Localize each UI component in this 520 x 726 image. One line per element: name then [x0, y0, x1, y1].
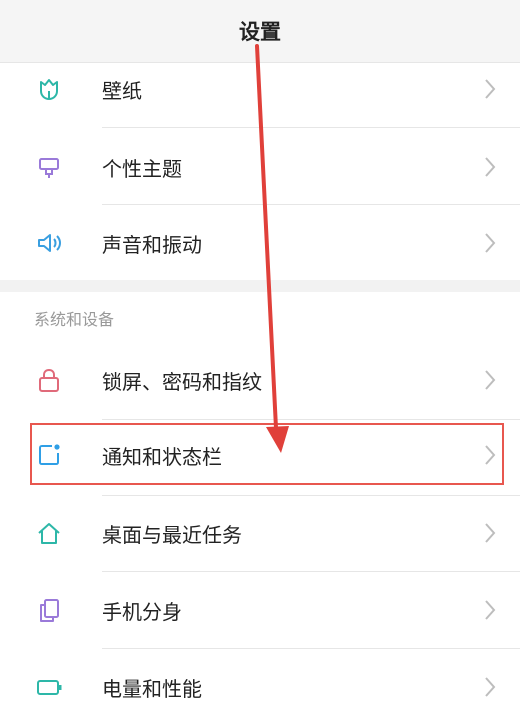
settings-item-label: 个性主题 [102, 157, 182, 181]
settings-item-label: 锁屏、密码和指纹 [102, 370, 262, 394]
settings-item-label: 手机分身 [102, 600, 182, 624]
settings-item-lockscreen[interactable]: 锁屏、密码和指纹 [0, 341, 520, 419]
chevron-right-icon [482, 675, 498, 699]
settings-item-label: 电量和性能 [102, 677, 202, 701]
settings-item-desktop[interactable]: 桌面与最近任务 [0, 494, 520, 572]
settings-item-label: 桌面与最近任务 [102, 523, 242, 547]
speaker-icon [34, 228, 64, 258]
wallpaper-tulip-icon [34, 74, 64, 104]
chevron-right-icon [482, 368, 498, 392]
section-gap [0, 280, 520, 292]
settings-item-wallpaper[interactable]: 壁纸 [0, 50, 520, 128]
chevron-right-icon [482, 521, 498, 545]
settings-item-theme[interactable]: 个性主题 [0, 128, 520, 206]
lock-icon [34, 365, 64, 395]
battery-icon [34, 672, 64, 702]
theme-brush-icon [34, 152, 64, 182]
settings-item-battery[interactable]: 电量和性能 [0, 648, 520, 726]
chevron-right-icon [482, 77, 498, 101]
settings-item-label: 壁纸 [102, 79, 142, 103]
page-title: 设置 [239, 20, 281, 44]
chevron-right-icon [482, 598, 498, 622]
settings-item-sound[interactable]: 声音和振动 [0, 204, 520, 282]
section-title-system: 系统和设备 [34, 310, 115, 329]
settings-item-label: 声音和振动 [102, 233, 202, 257]
settings-item-phone-clone[interactable]: 手机分身 [0, 571, 520, 649]
phone-clone-icon [34, 595, 64, 625]
highlight-box [30, 423, 504, 485]
chevron-right-icon [482, 155, 498, 179]
chevron-right-icon [482, 231, 498, 255]
home-icon [34, 518, 64, 548]
